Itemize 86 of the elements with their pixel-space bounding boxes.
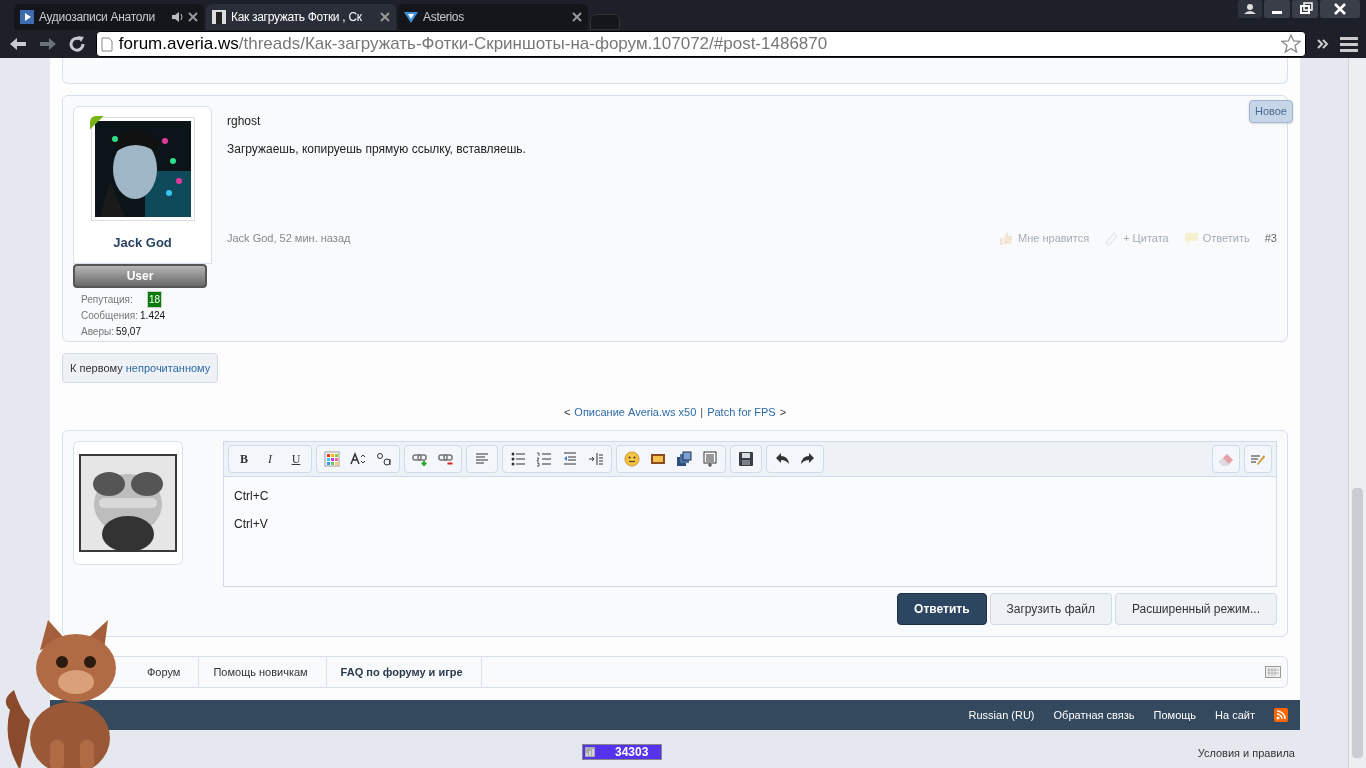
eraser-button[interactable] [1212, 445, 1240, 473]
stat-label: Репутация: [81, 292, 134, 307]
post-meta: Jack God, 52 мин. назад [227, 231, 352, 246]
media-icon [676, 451, 692, 467]
tab-title: Как загружать Фотки , Ск [231, 9, 363, 26]
breadcrumb-link[interactable]: Помощь новичкам [199, 657, 327, 687]
footer-link[interactable]: Помощь [1153, 706, 1197, 724]
address-bar[interactable]: forum.averia.ws/threads/Как-загружать-Фотки-Скриншоты-на-форум.107072/#post-1486870 [95, 31, 1307, 57]
url-text: forum.averia.ws/threads/Как-загружать-Фотки-Скриншоты-на-форум.107072/#post-1486870 [118, 33, 829, 56]
numbered-list-icon [536, 451, 552, 467]
play-icon [20, 10, 34, 24]
profile-icon [1238, 0, 1262, 18]
terms-link[interactable]: Условия и правила [1197, 745, 1295, 762]
close-icon [380, 12, 390, 22]
bar-chart-icon [585, 747, 595, 757]
close-icon [572, 12, 582, 22]
editor-text: Ctrl+C [234, 488, 270, 505]
nav-arrow: > [779, 404, 787, 420]
save-icon [738, 451, 754, 467]
stat-label: Сообщения: [81, 308, 139, 323]
restore-icon [1292, 0, 1318, 18]
thumbs-up-icon [999, 230, 1015, 246]
minimize-icon [1264, 0, 1290, 18]
browser-tab[interactable]: Аудиозаписи Анатоли [14, 4, 204, 30]
keyboard-icon [1265, 666, 1281, 678]
close-icon [188, 12, 198, 22]
eraser-icon [1218, 451, 1234, 467]
close-icon [1320, 0, 1360, 18]
font-size-icon [350, 451, 366, 467]
stat-value: 59,07 [115, 324, 141, 339]
breadcrumb-link[interactable]: FAQ по форуму и игре [326, 657, 482, 687]
bullet-list-icon [510, 451, 526, 467]
editor-button[interactable]: Загрузить файл [989, 593, 1112, 625]
menu-icon [1340, 36, 1358, 52]
footer-link[interactable]: Обратная связь [1053, 706, 1135, 724]
message-editor[interactable]: Ctrl+C Ctrl+V [223, 477, 1277, 587]
favicon-icon [212, 10, 226, 24]
font-icon [376, 451, 392, 467]
outdent-icon [562, 451, 578, 467]
nav-separator: | [700, 404, 704, 420]
post-number[interactable]: #3 [1264, 230, 1277, 247]
footer-link[interactable]: На сайт [1215, 706, 1255, 724]
new-badge: Новое [1248, 100, 1293, 123]
rss-icon [1274, 708, 1288, 722]
image-icon [650, 451, 666, 467]
color-grid-icon [324, 451, 340, 467]
link-icon [412, 451, 428, 467]
tab-title: Аудиозаписи Анатоли [39, 9, 156, 26]
next-thread-link[interactable]: Patch for FPS [707, 403, 776, 421]
toggle-editor-button[interactable] [1244, 445, 1272, 473]
unread-button[interactable]: К первому непрочитанному [62, 353, 219, 383]
code-icon [702, 451, 718, 467]
chevron-icon [1316, 37, 1331, 51]
breadcrumb-link[interactable]: Форум [133, 657, 200, 687]
editor-button[interactable]: Расширенный режим... [1114, 593, 1277, 625]
format-button[interactable]: B [231, 448, 257, 470]
footer-link[interactable]: Russian (RU) [968, 706, 1035, 724]
page-icon [100, 36, 113, 52]
back-icon [8, 36, 28, 52]
previous-thread-link[interactable]: Описание Averia.ws x50 [574, 403, 697, 421]
star-icon [1281, 34, 1302, 54]
forward-icon [37, 36, 58, 52]
editor-text: Ctrl+V [234, 516, 269, 533]
format-button[interactable]: I [257, 448, 283, 470]
message-title: rghost [227, 113, 262, 130]
reload-icon [67, 35, 86, 53]
stat-label: Аверы: [81, 324, 114, 339]
tab-title: Asterios [423, 9, 465, 26]
smiley-icon [624, 451, 640, 467]
counter-value: 34303 [615, 744, 649, 761]
username[interactable]: Jack God [113, 233, 172, 253]
nav-arrow: < [563, 404, 571, 420]
triangle-icon [404, 10, 418, 24]
submit-button[interactable]: Ответить [897, 593, 987, 625]
message-text: Загружаешь, копируешь прямую ссылку, вставляешь. [227, 141, 527, 158]
stat-value: 1.424 [140, 308, 166, 323]
format-button[interactable]: U [283, 448, 309, 470]
user-title-banner: User [73, 263, 207, 288]
browser-tab[interactable]: Asterios [398, 4, 588, 30]
scrollbar[interactable] [1348, 58, 1366, 768]
browser-tab[interactable]: Как загружать Фотки , Ск [206, 4, 396, 30]
speech-bubble-icon [1183, 230, 1199, 246]
indent-icon [588, 451, 604, 467]
reputation-badge: 18 [147, 290, 163, 308]
unlink-icon [438, 451, 454, 467]
align-left-icon [474, 451, 490, 467]
